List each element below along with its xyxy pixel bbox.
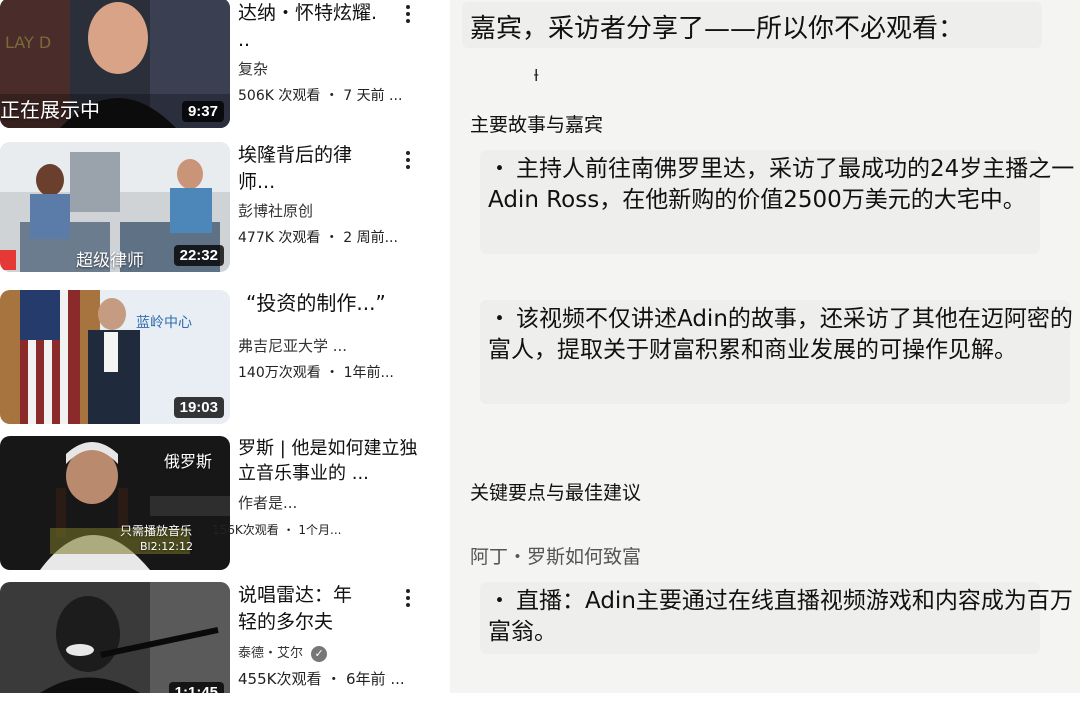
video-list: LAY D 正在展示中 9:37 达纳・怀特炫耀. .. 复杂 506K 次观看… — [0, 0, 450, 693]
video-title[interactable]: “投资的制作...” — [246, 290, 408, 317]
bullet-text: 直播：Adin主要通过在线直播视频游戏和内容成为百万富翁。 — [488, 588, 1073, 645]
bullet-text: 主持人前往南佛罗里达，采访了最成功的24岁主播之一Adin Ross，在他新购的… — [488, 156, 1075, 213]
bullet-marker: ・ — [488, 306, 511, 332]
video-channel[interactable]: 作者是... — [238, 492, 428, 513]
video-item[interactable]: LAY D 正在展示中 9:37 达纳・怀特炫耀. .. 复杂 506K 次观看… — [0, 0, 440, 138]
video-stats: 156K次观看 ・ 1个月... — [212, 523, 342, 537]
video-item[interactable]: 蓝岭中心 19:03 “投资的制作...” 弗吉尼亚大学 ... 140万次观看… — [0, 290, 440, 428]
video-stats: 477K 次观看 ・ 2 周前... — [238, 230, 398, 246]
video-item[interactable]: 超级律师 22:32 埃隆背后的律师... 彭博社原创 477K 次观看 ・ 2… — [0, 142, 440, 280]
stray-mark: ƚ — [534, 66, 539, 85]
thumbnail-overlay-text: 俄罗斯 — [164, 452, 213, 471]
video-title[interactable]: 达纳・怀特炫耀. .. — [238, 0, 388, 54]
video-duration: 1:1:45 — [168, 682, 224, 693]
channel-name[interactable]: 泰德・艾尔 — [238, 646, 303, 661]
video-stats: 455K次观看 ・ 6年前 ... — [238, 669, 405, 688]
svg-text:LAY D: LAY D — [5, 33, 51, 52]
video-channel[interactable]: 泰德・艾尔 ✓ — [238, 642, 408, 662]
video-channel[interactable]: 复杂 — [238, 58, 408, 79]
video-stats: 506K 次观看 ・ 7 天前 ... — [238, 88, 403, 104]
video-title[interactable]: 罗斯 | 他是如何建立独立音乐事业的 ... — [238, 436, 418, 486]
video-thumbnail[interactable]: 俄罗斯 只需播放音乐 Bl2:12:12 — [0, 436, 230, 570]
thumbnail-image — [0, 582, 230, 693]
summary-panel: 嘉宾，采访者分享了——所以你不必观看： ƚ 主要故事与嘉宾 ・主持人前往南佛罗里… — [450, 0, 1080, 693]
bullet-paragraph: ・直播：Adin主要通过在线直播视频游戏和内容成为百万富翁。 — [488, 586, 1078, 648]
bullet-paragraph: ・该视频不仅讲述Adin的故事，还采访了其他在迈阿密的富人，提取关于财富积累和商… — [488, 304, 1078, 366]
video-duration: 9:37 — [181, 101, 224, 122]
video-channel[interactable]: 弗吉尼亚大学 ... — [238, 335, 408, 356]
video-thumbnail[interactable]: 蓝岭中心 19:03 — [0, 290, 230, 424]
more-options-icon[interactable] — [400, 148, 416, 176]
bullet-text: 该视频不仅讲述Adin的故事，还采访了其他在迈阿密的富人，提取关于财富积累和商业… — [488, 306, 1073, 363]
video-item[interactable]: 俄罗斯 只需播放音乐 Bl2:12:12 罗斯 | 他是如何建立独立音乐事业的 … — [0, 436, 440, 574]
video-title[interactable]: 埃隆背后的律师... — [238, 142, 378, 196]
section-heading: 关键要点与最佳建议 — [470, 482, 642, 504]
video-stats: 140万次观看 ・ 1年前... — [238, 365, 394, 381]
thumbnail-overlay-text: 超级律师 — [76, 251, 144, 271]
video-thumbnail[interactable]: 超级律师 22:32 — [0, 142, 230, 272]
video-title[interactable]: 说唱雷达：年轻的多尔夫 — [238, 582, 368, 636]
verified-icon: ✓ — [311, 645, 328, 662]
video-channel[interactable]: 彭博社原创 — [238, 200, 408, 221]
section-subheading: 阿丁・罗斯如何致富 — [470, 546, 642, 568]
bullet-marker: ・ — [488, 156, 511, 182]
bullet-marker: ・ — [488, 588, 511, 614]
thumbnail-overlay-text: 只需播放音乐 — [120, 524, 193, 538]
more-options-icon[interactable] — [400, 586, 416, 614]
video-duration: 19:03 — [173, 397, 224, 418]
video-thumbnail[interactable]: LAY D 正在展示中 9:37 — [0, 0, 230, 128]
section-heading: 主要故事与嘉宾 — [470, 114, 604, 136]
bullet-paragraph: ・主持人前往南佛罗里达，采访了最成功的24岁主播之一Adin Ross，在他新购… — [488, 154, 1078, 216]
summary-heading: 嘉宾，采访者分享了——所以你不必观看： — [470, 14, 965, 44]
video-duration: 22:32 — [173, 245, 224, 266]
thumbnail-overlay-text: Bl2:12:12 — [140, 540, 194, 553]
video-item[interactable]: 1:1:45 说唱雷达：年轻的多尔夫 泰德・艾尔 ✓ 455K次观看 ・ 6年前… — [0, 582, 440, 720]
video-thumbnail[interactable]: 1:1:45 — [0, 582, 230, 693]
more-options-icon[interactable] — [400, 2, 416, 30]
thumbnail-overlay-text: 正在展示中 — [0, 98, 100, 122]
thumbnail-overlay-text: 蓝岭中心 — [136, 315, 192, 331]
